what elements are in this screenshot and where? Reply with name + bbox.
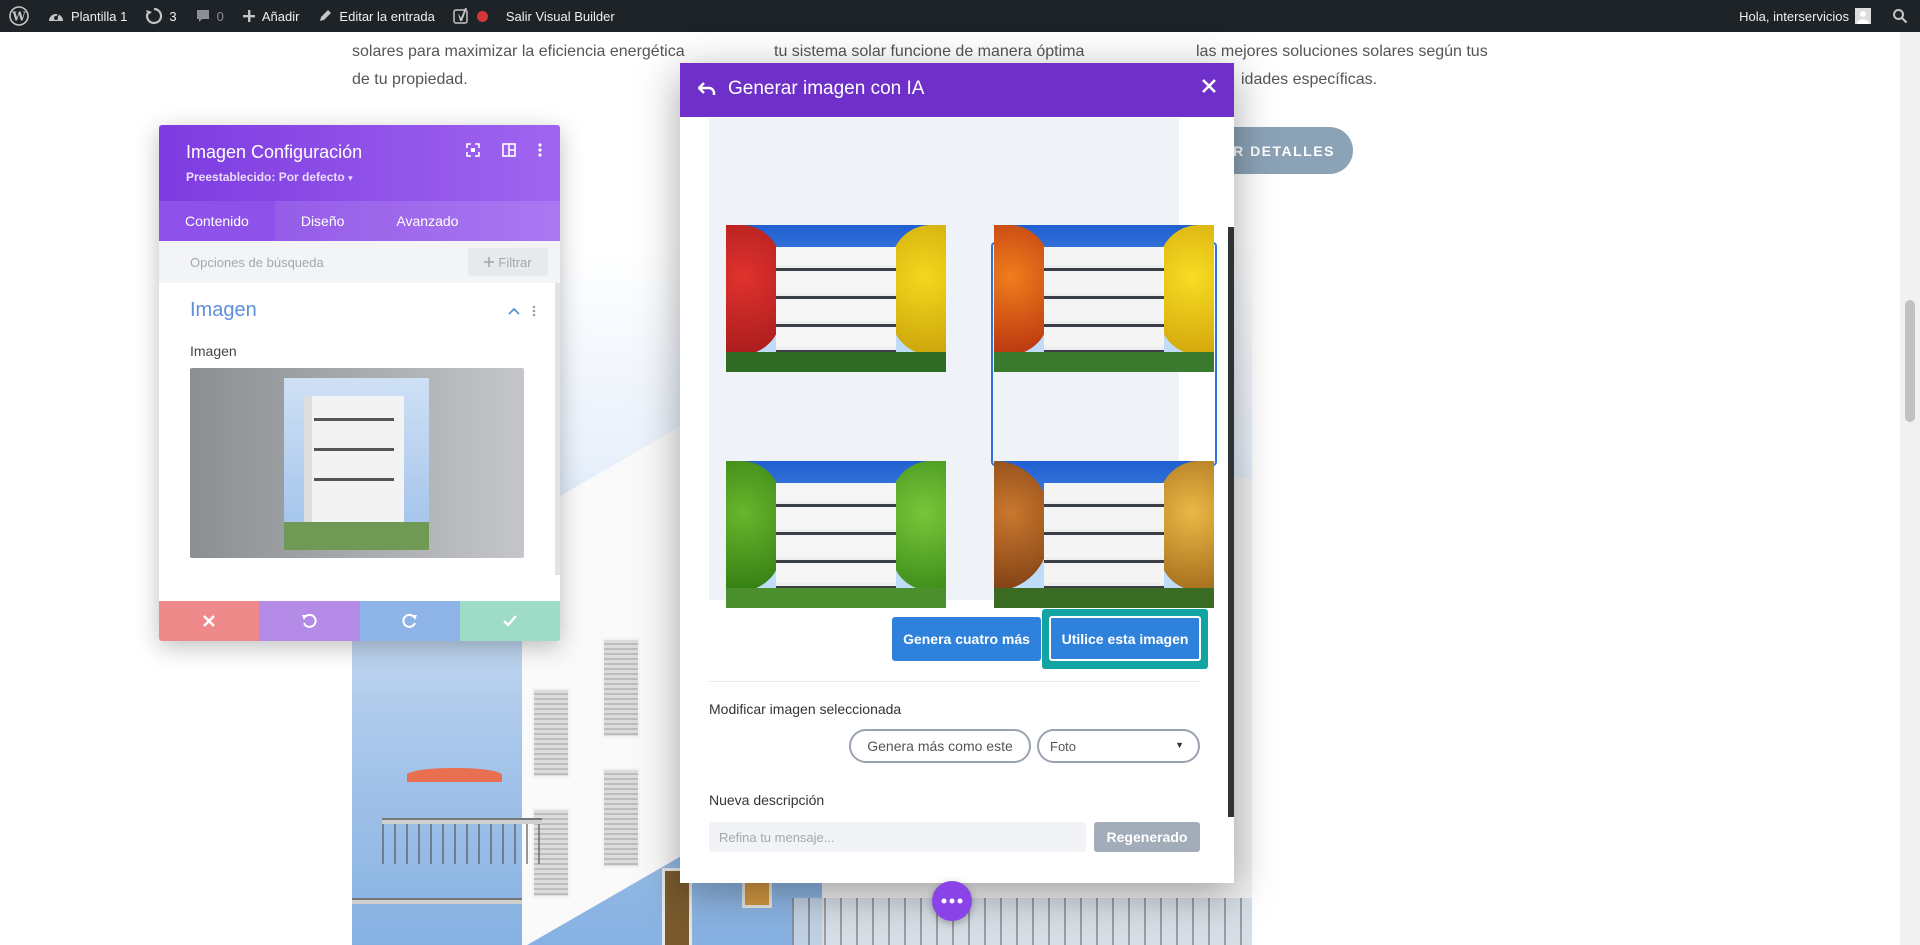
- tab-advanced[interactable]: Avanzado: [370, 201, 484, 241]
- image-settings-panel: Imagen Configuración Preestablecido: Por…: [159, 125, 560, 641]
- options-search-row: Opciones de búsqueda Filtrar: [159, 241, 560, 283]
- admin-bar: W Plantilla 1 3 0 Añadir Editar la entra…: [0, 0, 1920, 32]
- settings-header: Imagen Configuración Preestablecido: Por…: [159, 125, 560, 241]
- caret-down-icon: ▾: [348, 173, 353, 183]
- service-text-2: tu sistema solar funcione de manera ópti…: [774, 43, 1085, 60]
- refine-prompt-input[interactable]: Refina tu mensaje...: [709, 822, 1086, 852]
- wordpress-icon: W: [9, 6, 29, 26]
- page-scrollbar[interactable]: [1900, 32, 1920, 945]
- settings-tabs: Contenido Diseño Avanzado: [159, 201, 560, 241]
- plus-icon: [242, 9, 256, 23]
- section-menu-icon[interactable]: [532, 305, 536, 317]
- dashboard-icon: [47, 8, 65, 24]
- service-text-3: las mejores soluciones solares según tus…: [1196, 43, 1488, 88]
- seo-status-dot: [476, 10, 488, 22]
- admin-search-button[interactable]: [1880, 0, 1920, 32]
- comment-icon: [195, 8, 211, 24]
- modal-scrollbar[interactable]: [1228, 227, 1234, 817]
- service-text-1: solares para maximizar la eficiencia ene…: [352, 43, 685, 88]
- search-icon: [1892, 8, 1908, 24]
- image-style-select[interactable]: Foto ▼: [1037, 729, 1200, 763]
- settings-scrollbar[interactable]: [555, 283, 560, 575]
- modal-title: Generar imagen con IA: [728, 78, 925, 99]
- updates-icon: [145, 7, 163, 25]
- generated-image-3[interactable]: [726, 461, 946, 608]
- modal-header: Generar imagen con IA: [680, 63, 1234, 117]
- settings-title: Imagen Configuración: [186, 142, 363, 162]
- image-field-label: Imagen: [190, 343, 237, 359]
- tab-content[interactable]: Contenido: [159, 201, 275, 241]
- ellipsis-icon: [941, 898, 963, 904]
- updates-count: 3: [169, 8, 177, 24]
- modal-divider: [709, 681, 1199, 682]
- exit-builder-label: Salir Visual Builder: [505, 8, 615, 24]
- caret-down-icon: ▼: [1175, 740, 1184, 750]
- comments-link[interactable]: 0: [186, 0, 233, 32]
- exit-visual-builder-link[interactable]: Salir Visual Builder: [497, 0, 624, 32]
- add-new-label: Añadir: [261, 8, 300, 24]
- site-name-label: Plantilla 1: [71, 8, 128, 24]
- add-new-link[interactable]: Añadir: [233, 0, 309, 32]
- undo-icon: [301, 613, 317, 629]
- expand-icon[interactable]: [466, 143, 480, 157]
- save-button[interactable]: [459, 601, 560, 641]
- check-icon: [503, 615, 517, 627]
- preset-dropdown[interactable]: Preestablecido: Por defecto ▾: [186, 170, 353, 184]
- generate-four-more-button[interactable]: Genera cuatro más: [892, 617, 1041, 661]
- close-icon: [203, 615, 215, 627]
- pencil-icon: [317, 8, 333, 24]
- plus-icon: [484, 257, 495, 267]
- generated-images-gallery: [709, 118, 1217, 608]
- image-thumbnail: [284, 378, 429, 550]
- use-image-button-highlight: Utilice esta imagen: [1042, 609, 1208, 669]
- builder-options-button[interactable]: [932, 881, 972, 921]
- yoast-icon: [453, 7, 471, 25]
- greeting-label: Hola, interservicios: [1739, 8, 1849, 24]
- generate-similar-button[interactable]: Genera más como este: [849, 729, 1031, 763]
- edit-entry-label: Editar la entrada: [339, 8, 435, 24]
- image-section-title[interactable]: Imagen: [190, 299, 257, 322]
- redo-icon: [402, 613, 418, 629]
- options-search-input[interactable]: Opciones de búsqueda: [190, 255, 324, 270]
- generated-image-4[interactable]: [994, 461, 1214, 608]
- undo-button[interactable]: [259, 601, 360, 641]
- more-options-icon[interactable]: [538, 143, 542, 157]
- wordpress-logo-button[interactable]: W: [0, 0, 38, 32]
- chevron-up-icon[interactable]: [508, 307, 520, 315]
- image-upload-preview[interactable]: [190, 368, 524, 558]
- filter-button-label: Filtrar: [498, 254, 532, 270]
- regenerate-button[interactable]: Regenerado: [1094, 822, 1200, 852]
- comments-count: 0: [216, 8, 224, 24]
- use-this-image-button[interactable]: Utilice esta imagen: [1049, 616, 1201, 661]
- details-button-label: R DETALLES: [1233, 142, 1335, 159]
- redo-button[interactable]: [359, 601, 460, 641]
- tab-design[interactable]: Diseño: [275, 201, 371, 241]
- filter-button[interactable]: Filtrar: [468, 248, 548, 276]
- discard-button[interactable]: [159, 601, 260, 641]
- ai-image-modal: Generar imagen con IA Genera cuatro más …: [680, 63, 1234, 883]
- my-account-link[interactable]: Hola, interservicios: [1730, 0, 1880, 32]
- updates-link[interactable]: 3: [136, 0, 185, 32]
- settings-footer: [159, 601, 560, 641]
- svg-text:W: W: [11, 10, 26, 24]
- page-scrollbar-thumb[interactable]: [1905, 300, 1915, 422]
- avatar: [1855, 8, 1871, 24]
- new-description-label: Nueva descripción: [709, 792, 825, 808]
- site-name-link[interactable]: Plantilla 1: [38, 0, 136, 32]
- modify-image-label: Modificar imagen seleccionada: [709, 701, 902, 717]
- yoast-seo-button[interactable]: [444, 0, 497, 32]
- close-icon[interactable]: [1202, 79, 1216, 93]
- awning: [407, 768, 502, 782]
- generated-image-2[interactable]: [994, 225, 1214, 372]
- back-arrow-icon[interactable]: [698, 81, 716, 97]
- generated-image-1[interactable]: [726, 225, 946, 372]
- split-view-icon[interactable]: [502, 143, 516, 157]
- edit-entry-link[interactable]: Editar la entrada: [308, 0, 443, 32]
